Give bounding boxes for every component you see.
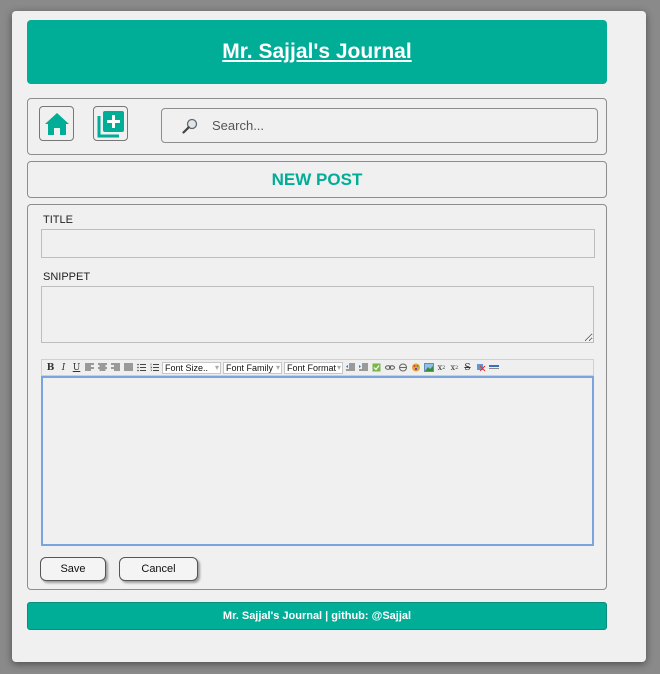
font-format-value: Font Format	[287, 362, 337, 373]
search-input[interactable]	[210, 109, 590, 142]
strikethrough-button[interactable]: S	[462, 362, 473, 374]
new-post-form: TITLE SNIPPET B I U Font Size.. ▾ Font F	[27, 204, 607, 590]
site-title-link[interactable]: Mr. Sajjal's Journal	[222, 40, 411, 64]
toolbar	[27, 98, 607, 155]
bold-button[interactable]: B	[45, 362, 56, 374]
dropdown-arrow-icon: ▾	[275, 362, 280, 372]
dropdown-arrow-icon: ▾	[214, 362, 219, 372]
align-justify-icon[interactable]	[123, 362, 134, 374]
indent-icon[interactable]	[358, 362, 369, 374]
font-format-select[interactable]: Font Format ▾	[284, 361, 343, 374]
title-label: TITLE	[43, 214, 73, 226]
align-left-icon[interactable]	[84, 362, 95, 374]
magnifier-icon	[182, 118, 198, 134]
unlink-icon[interactable]	[397, 362, 408, 374]
title-field[interactable]	[41, 229, 595, 258]
superscript-button[interactable]: x2	[449, 362, 460, 374]
link-icon[interactable]	[384, 362, 395, 374]
add-post-icon	[97, 110, 124, 137]
dropdown-arrow-icon: ▾	[336, 362, 341, 372]
page-heading: NEW POST	[27, 161, 607, 198]
site-footer: Mr. Sajjal's Journal | github: @Sajjal	[27, 602, 607, 630]
numbered-list-icon[interactable]	[149, 362, 160, 374]
add-post-button[interactable]	[93, 106, 128, 141]
color-icon[interactable]	[410, 362, 421, 374]
font-family-value: Font Family	[226, 362, 274, 373]
italic-button[interactable]: I	[58, 362, 69, 374]
font-size-value: Font Size..	[165, 362, 209, 373]
editor-toolbar: B I U Font Size.. ▾ Font Family ▾ Font F…	[41, 359, 594, 376]
font-size-select[interactable]: Font Size.. ▾	[162, 361, 221, 374]
home-button[interactable]	[39, 106, 74, 141]
image-icon[interactable]	[423, 362, 434, 374]
horizontal-rule-icon[interactable]	[488, 362, 499, 374]
font-family-select[interactable]: Font Family ▾	[223, 361, 282, 374]
site-header: Mr. Sajjal's Journal	[27, 20, 607, 84]
cancel-button[interactable]: Cancel	[119, 557, 198, 581]
outdent-icon[interactable]	[345, 362, 356, 374]
home-icon	[44, 112, 69, 135]
snippet-label: SNIPPET	[43, 271, 91, 283]
align-right-icon[interactable]	[110, 362, 121, 374]
underline-button[interactable]: U	[71, 362, 82, 374]
bullet-list-icon[interactable]	[136, 362, 147, 374]
subscript-button[interactable]: x2	[436, 362, 447, 374]
remove-format-icon[interactable]	[475, 362, 486, 374]
search-box	[161, 108, 598, 143]
rich-text-editor[interactable]	[41, 376, 594, 546]
save-button[interactable]: Save	[40, 557, 106, 581]
align-center-icon[interactable]	[97, 362, 108, 374]
spellcheck-icon[interactable]	[371, 362, 382, 374]
snippet-field[interactable]	[41, 286, 594, 343]
